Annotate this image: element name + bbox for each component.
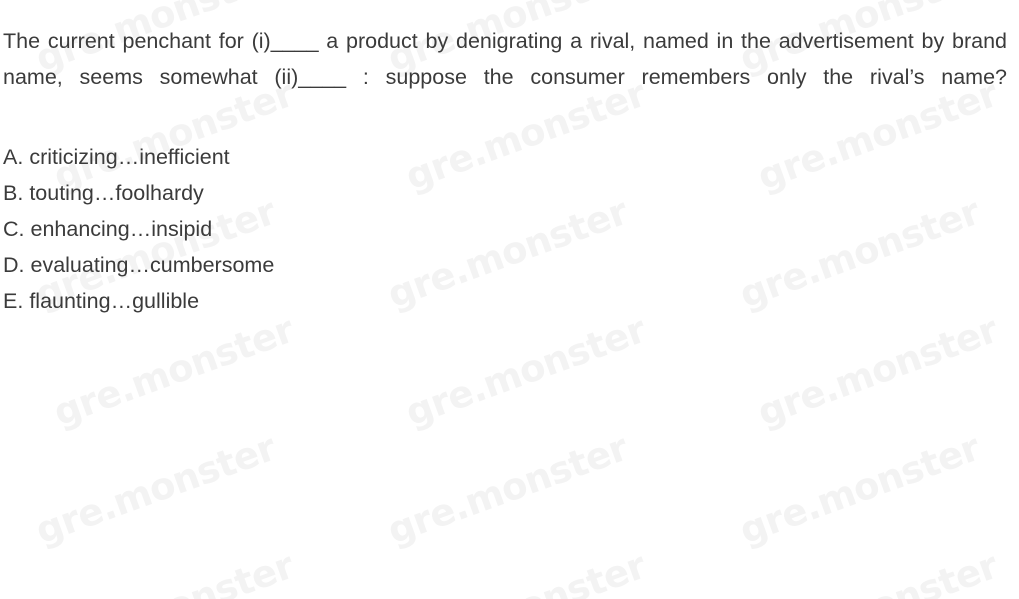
question-passage: The current penchant for (i)____ a produ… bbox=[3, 29, 1007, 89]
answer-option-c-letter: C. bbox=[3, 217, 25, 241]
answer-option-a-text: criticizing…inefficient bbox=[29, 145, 230, 169]
answer-option-c-text: enhancing…insipid bbox=[30, 217, 213, 241]
answer-option-e-text: flaunting…gullible bbox=[29, 289, 200, 313]
answer-option-b-text: touting…foolhardy bbox=[29, 181, 204, 205]
answer-option-c[interactable]: C. enhancing…insipid bbox=[3, 211, 603, 247]
answer-option-d[interactable]: D. evaluating…cumbersome bbox=[3, 247, 603, 283]
answer-option-d-letter: D. bbox=[3, 253, 25, 277]
answer-option-d-text: evaluating…cumbersome bbox=[30, 253, 275, 277]
answer-option-b[interactable]: B. touting…foolhardy bbox=[3, 175, 603, 211]
answer-option-e[interactable]: E. flaunting…gullible bbox=[3, 283, 603, 319]
content-layer: The current penchant for (i)____ a produ… bbox=[0, 0, 1019, 599]
answer-option-a-letter: A. bbox=[3, 145, 24, 169]
answer-option-b-letter: B. bbox=[3, 181, 24, 205]
answer-option-a[interactable]: A. criticizing…inefficient bbox=[3, 139, 603, 175]
answer-option-e-letter: E. bbox=[3, 289, 24, 313]
answer-options-list: A. criticizing…inefficient B. touting…fo… bbox=[3, 139, 603, 319]
